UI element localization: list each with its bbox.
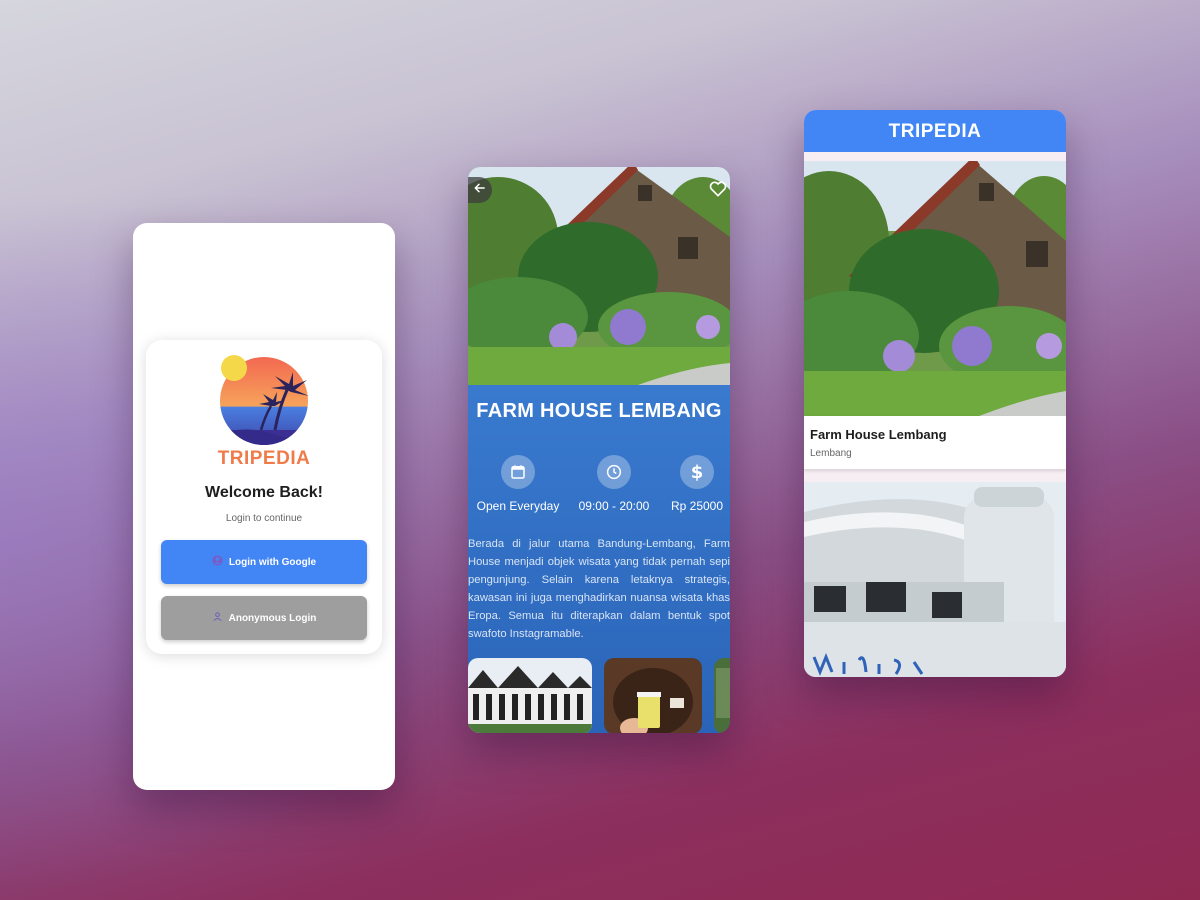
login-screen: TRIPEDIA Welcome Back! Login to continue… [133,223,395,790]
arrow-back-icon [473,181,487,200]
clock-icon [597,455,631,489]
login-card: TRIPEDIA Welcome Back! Login to continue… [146,340,382,654]
info-price: $ Rp 25000 [647,455,730,513]
place-location: Lembang [810,448,852,459]
info-open-days: Open Everyday [468,455,568,513]
list-screen: TRIPEDIA Farm House Lembang Lembang [804,110,1066,677]
gallery-thumbnail[interactable] [468,658,592,733]
tripedia-logo [213,350,315,452]
place-card-image[interactable] [804,156,1066,416]
place-description: Berada di jalur utama Bandung-Lembang, F… [468,538,730,640]
gallery-thumbnail[interactable] [714,658,730,733]
calendar-icon [501,455,535,489]
anonymous-login-button[interactable]: Anonymous Login [161,596,367,640]
login-with-google-button[interactable]: Login with Google [161,540,367,584]
person-icon [212,611,223,625]
account-circle-icon [212,555,223,569]
farm-house-photo [468,167,730,385]
place-name: Farm House Lembang [810,427,947,442]
detail-screen: FARM HOUSE LEMBANG Open Everyday 09:00 -… [468,167,730,733]
favorite-button[interactable] [708,179,728,204]
login-subtitle: Login to continue [225,513,303,524]
place-card-image[interactable] [804,482,1066,677]
google-button-label: Login with Google [228,556,317,568]
brand-name: TRIPEDIA [217,448,311,469]
app-header: TRIPEDIA [804,110,1066,152]
info-label: Rp 25000 [670,499,724,513]
heart-icon [708,181,728,203]
place-title: FARM HOUSE LEMBANG [476,400,722,422]
place-card[interactable]: Farm House Lembang Lembang [804,416,1066,469]
info-label: Open Everyday [476,499,560,513]
gallery-thumbnail[interactable] [604,658,702,733]
anon-button-label: Anonymous Login [228,612,317,624]
welcome-heading: Welcome Back! [205,484,323,501]
dollar-icon: $ [680,455,714,489]
